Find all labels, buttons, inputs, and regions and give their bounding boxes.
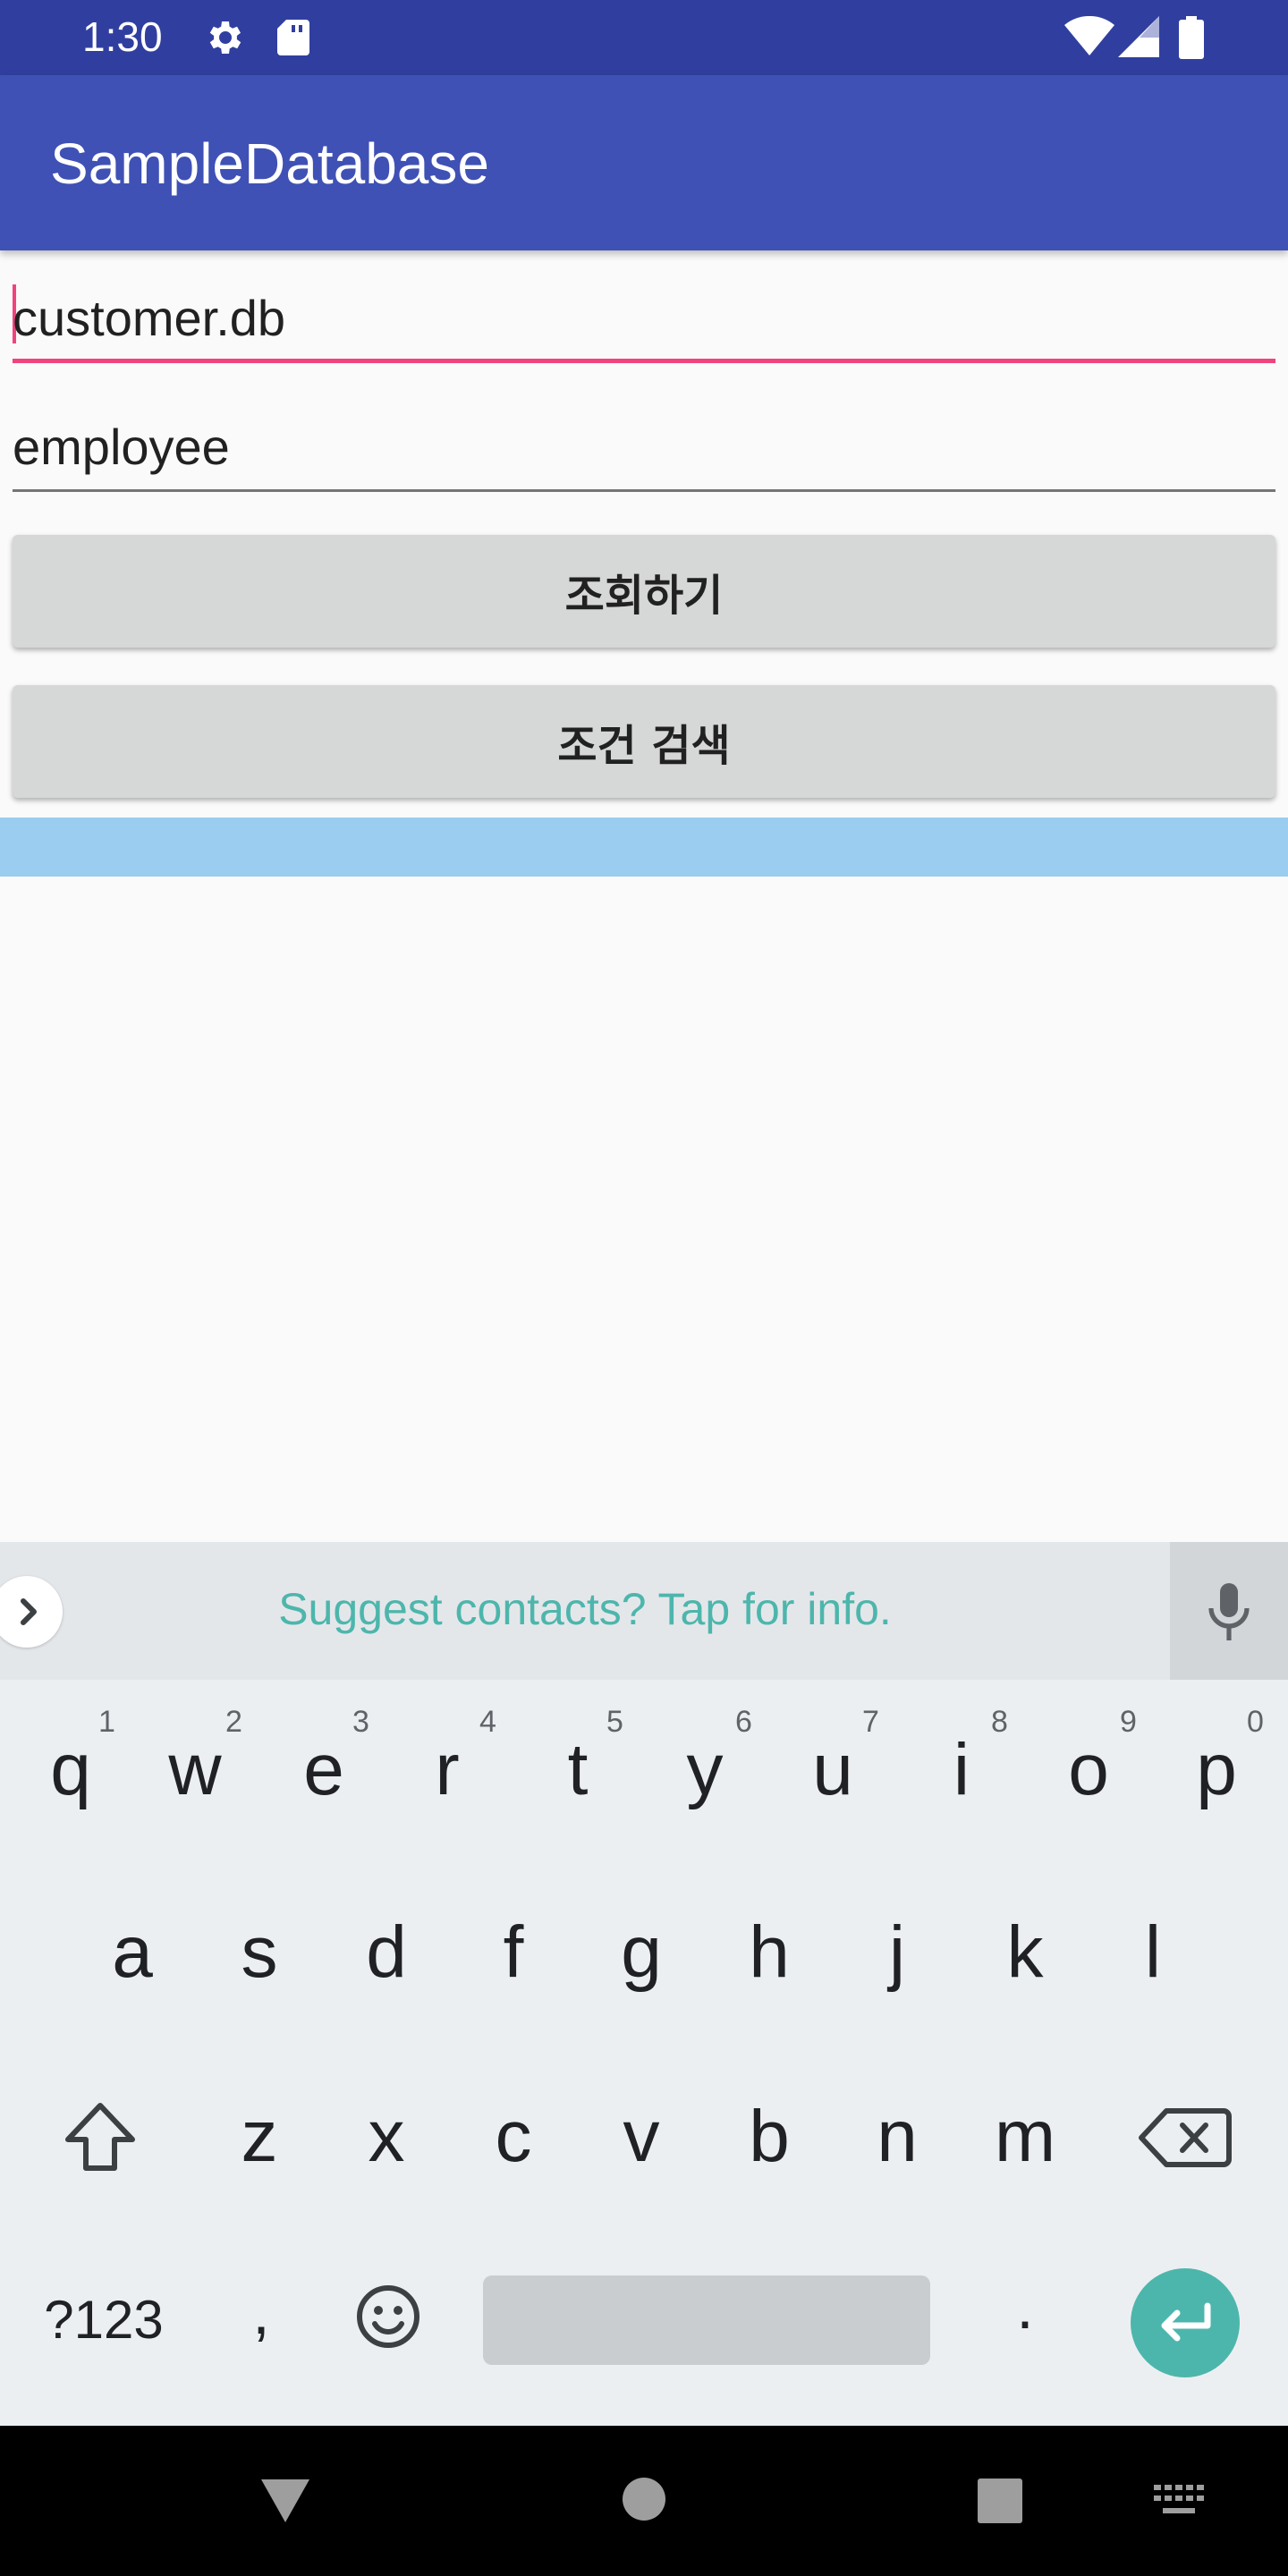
key-j[interactable]: j bbox=[860, 1916, 935, 1989]
shift-key[interactable] bbox=[45, 2088, 156, 2186]
key-u[interactable]: u bbox=[795, 1733, 870, 1807]
backspace-key[interactable] bbox=[1131, 2093, 1238, 2182]
voice-input-button[interactable] bbox=[1170, 1542, 1288, 1680]
battery-icon bbox=[1179, 16, 1204, 59]
conditional-search-button[interactable]: 조건 검색 bbox=[13, 685, 1275, 798]
suggestion-text[interactable]: Suggest contacts? Tap for info. bbox=[0, 1583, 1170, 1635]
back-icon[interactable] bbox=[258, 2476, 313, 2526]
key-f[interactable]: f bbox=[476, 1916, 551, 1989]
soft-keyboard: Suggest contacts? Tap for info. q 1 w 2 … bbox=[0, 1542, 1288, 2426]
sd-card-icon bbox=[277, 20, 309, 55]
input-underline bbox=[13, 489, 1275, 492]
wifi-icon bbox=[1064, 16, 1114, 55]
keyboard-switch-icon[interactable] bbox=[1152, 2483, 1206, 2519]
key-z[interactable]: z bbox=[222, 2100, 297, 2174]
space-key[interactable] bbox=[483, 2275, 930, 2365]
navigation-bar bbox=[0, 2426, 1288, 2576]
key-hint-5: 5 bbox=[606, 1705, 623, 1739]
microphone-icon bbox=[1208, 1583, 1250, 1640]
key-s[interactable]: s bbox=[222, 1916, 297, 1989]
database-name-value: customer.db bbox=[13, 290, 286, 346]
key-w[interactable]: w bbox=[157, 1733, 233, 1807]
query-button[interactable]: 조회하기 bbox=[13, 535, 1275, 648]
key-hint-6: 6 bbox=[735, 1705, 752, 1739]
app-title: SampleDatabase bbox=[50, 131, 489, 196]
key-r[interactable]: r bbox=[410, 1733, 485, 1807]
enter-key[interactable] bbox=[1131, 2268, 1240, 2377]
input-underline bbox=[13, 359, 1275, 363]
table-name-input[interactable]: employee bbox=[13, 394, 1275, 492]
recents-icon[interactable] bbox=[977, 2478, 1023, 2524]
key-hint-0: 0 bbox=[1247, 1705, 1264, 1739]
suggestion-strip: Suggest contacts? Tap for info. bbox=[0, 1542, 1288, 1680]
key-hint-1: 1 bbox=[98, 1705, 115, 1739]
app-bar: SampleDatabase bbox=[0, 75, 1288, 250]
enter-icon bbox=[1161, 2302, 1211, 2342]
key-hint-9: 9 bbox=[1120, 1705, 1137, 1739]
result-list-row[interactable] bbox=[0, 818, 1288, 877]
symbols-key[interactable]: ?123 bbox=[32, 2293, 175, 2347]
key-hint-7: 7 bbox=[862, 1705, 879, 1739]
database-name-input[interactable]: customer.db bbox=[13, 265, 1275, 363]
key-y[interactable]: y bbox=[667, 1733, 742, 1807]
key-c[interactable]: c bbox=[476, 2100, 551, 2174]
table-name-value: employee bbox=[13, 419, 230, 475]
key-l[interactable]: l bbox=[1115, 1916, 1191, 1989]
shift-icon bbox=[65, 2103, 135, 2171]
key-q[interactable]: q bbox=[33, 1733, 108, 1807]
key-v[interactable]: v bbox=[604, 2100, 679, 2174]
key-hint-3: 3 bbox=[352, 1705, 369, 1739]
emoji-key[interactable] bbox=[351, 2279, 426, 2354]
key-t[interactable]: t bbox=[540, 1733, 615, 1807]
key-x[interactable]: x bbox=[349, 2100, 424, 2174]
gear-icon bbox=[209, 21, 242, 54]
key-k[interactable]: k bbox=[987, 1916, 1063, 1989]
status-bar: 1:30 bbox=[0, 0, 1288, 75]
emoji-icon bbox=[357, 2285, 419, 2348]
key-hint-4: 4 bbox=[479, 1705, 496, 1739]
backspace-icon bbox=[1139, 2108, 1232, 2167]
key-hint-2: 2 bbox=[225, 1705, 242, 1739]
key-p[interactable]: p bbox=[1179, 1733, 1254, 1807]
key-o[interactable]: o bbox=[1051, 1733, 1126, 1807]
key-e[interactable]: e bbox=[286, 1733, 361, 1807]
status-time: 1:30 bbox=[82, 13, 163, 60]
key-i[interactable]: i bbox=[924, 1733, 999, 1807]
key-b[interactable]: b bbox=[732, 2100, 807, 2174]
cell-signal-icon bbox=[1118, 16, 1159, 57]
home-icon[interactable] bbox=[621, 2476, 667, 2522]
key-d[interactable]: d bbox=[349, 1916, 424, 1989]
comma-key[interactable]: , bbox=[224, 2281, 299, 2343]
key-h[interactable]: h bbox=[732, 1916, 807, 1989]
key-n[interactable]: n bbox=[860, 2100, 935, 2174]
key-g[interactable]: g bbox=[604, 1916, 679, 1989]
key-hint-8: 8 bbox=[991, 1705, 1008, 1739]
key-m[interactable]: m bbox=[987, 2100, 1063, 2174]
period-key[interactable]: . bbox=[987, 2275, 1063, 2338]
key-a[interactable]: a bbox=[95, 1916, 170, 1989]
